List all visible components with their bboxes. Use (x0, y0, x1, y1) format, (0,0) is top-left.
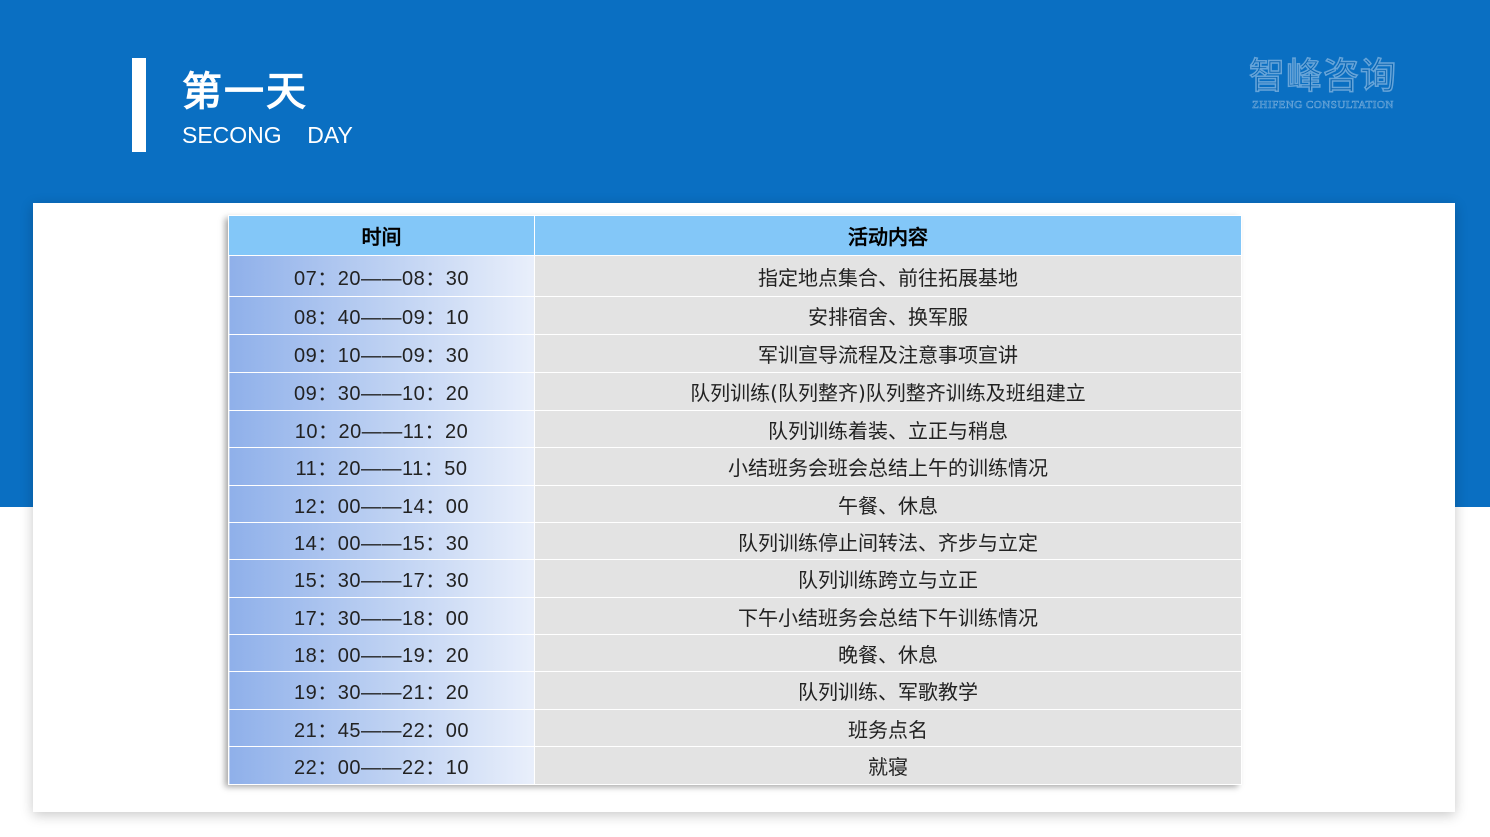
company-logo: 智峰咨询 ZHIFENG CONSULTATION (1238, 55, 1408, 118)
table-row: 08：40——09：10 安排宿舍、换军服 (228, 296, 1242, 335)
time-cell: 10：20——11：20 (228, 410, 535, 448)
activity-cell: 队列训练、军歌教学 (534, 671, 1242, 710)
time-cell: 09：30——10：20 (228, 372, 535, 411)
activity-cell: 军训宣导流程及注意事项宣讲 (534, 334, 1242, 373)
table-row: 12：00——14：00 午餐、休息 (228, 485, 1242, 523)
page-title: 第一天 (182, 69, 308, 115)
page-subtitle: SECONG DAY (182, 122, 353, 148)
table-row: 22：00——22：10 就寝 (228, 746, 1242, 785)
activity-cell: 队列训练着装、立正与稍息 (534, 410, 1242, 448)
time-cell: 17：30——18：00 (228, 597, 535, 635)
table-row: 15：30——17：30 队列训练跨立与立正 (228, 559, 1242, 598)
time-cell: 11：20——11：50 (228, 447, 535, 486)
activity-cell: 队列训练(队列整齐)队列整齐训练及班组建立 (534, 372, 1242, 411)
activity-cell: 晚餐、休息 (534, 634, 1242, 672)
table-row: 11：20——11：50 小结班务会班会总结上午的训练情况 (228, 447, 1242, 486)
activity-cell: 队列训练跨立与立正 (534, 559, 1242, 598)
time-cell: 14：00——15：30 (228, 522, 535, 560)
table-row: 07：20——08：30 指定地点集合、前往拓展基地 (228, 255, 1242, 297)
time-cell: 12：00——14：00 (228, 485, 535, 523)
time-cell: 22：00——22：10 (228, 746, 535, 785)
activity-column-header: 活动内容 (534, 215, 1242, 256)
time-cell: 21：45——22：00 (228, 709, 535, 747)
table-row: 09：10——09：30 军训宣导流程及注意事项宣讲 (228, 334, 1242, 373)
schedule-table-container: 时间 活动内容 07：20——08：30 指定地点集合、前往拓展基地 08：40——… (228, 215, 1242, 785)
time-cell: 19：30——21：20 (228, 671, 535, 710)
activity-cell: 小结班务会班会总结上午的训练情况 (534, 447, 1242, 486)
table-row: 14：00——15：30 队列训练停止间转法、齐步与立定 (228, 522, 1242, 560)
schedule-table: 时间 活动内容 07：20——08：30 指定地点集合、前往拓展基地 08：40——… (228, 215, 1242, 785)
activity-cell: 就寝 (534, 746, 1242, 785)
table-row: 19：30——21：20 队列训练、军歌教学 (228, 671, 1242, 710)
activity-cell: 午餐、休息 (534, 485, 1242, 523)
title-accent-bar (132, 58, 146, 152)
activity-cell: 下午小结班务会总结下午训练情况 (534, 597, 1242, 635)
table-row: 10：20——11：20 队列训练着装、立正与稍息 (228, 410, 1242, 448)
schedule-table-body: 07：20——08：30 指定地点集合、前往拓展基地 08：40——09：10 安排宿… (228, 255, 1242, 785)
activity-cell: 班务点名 (534, 709, 1242, 747)
activity-cell: 指定地点集合、前往拓展基地 (534, 255, 1242, 297)
table-row: 09：30——10：20 队列训练(队列整齐)队列整齐训练及班组建立 (228, 372, 1242, 411)
time-cell: 18：00——19：20 (228, 634, 535, 672)
table-row: 18：00——19：20 晚餐、休息 (228, 634, 1242, 672)
time-cell: 07：20——08：30 (228, 255, 535, 297)
table-row: 21：45——22：00 班务点名 (228, 709, 1242, 747)
table-row: 17：30——18：00 下午小结班务会总结下午训练情况 (228, 597, 1242, 635)
time-cell: 15：30——17：30 (228, 559, 535, 598)
time-cell: 08：40——09：10 (228, 296, 535, 335)
activity-cell: 安排宿舍、换军服 (534, 296, 1242, 335)
logo-english-text: ZHIFENG CONSULTATION (1252, 99, 1394, 112)
time-column-header: 时间 (228, 215, 535, 256)
activity-cell: 队列训练停止间转法、齐步与立定 (534, 522, 1242, 560)
logo-chinese-text: 智峰咨询 (1248, 55, 1397, 98)
table-header-row: 时间 活动内容 (228, 215, 1242, 256)
time-cell: 09：10——09：30 (228, 334, 535, 373)
